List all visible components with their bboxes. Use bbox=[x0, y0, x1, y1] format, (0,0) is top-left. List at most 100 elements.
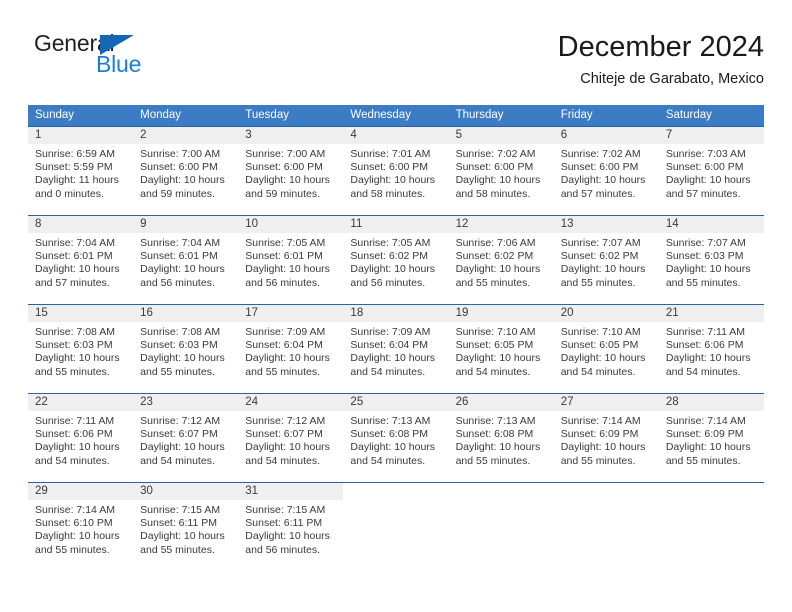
week-body-row: Sunrise: 7:08 AM Sunset: 6:03 PM Dayligh… bbox=[28, 322, 764, 393]
day-cell[interactable]: Sunrise: 7:08 AM Sunset: 6:03 PM Dayligh… bbox=[28, 322, 133, 393]
day-cell[interactable]: Sunrise: 7:05 AM Sunset: 6:02 PM Dayligh… bbox=[343, 233, 448, 304]
day-cell[interactable]: Sunrise: 7:12 AM Sunset: 6:07 PM Dayligh… bbox=[133, 411, 238, 482]
day-cell[interactable]: Sunrise: 7:11 AM Sunset: 6:06 PM Dayligh… bbox=[659, 322, 764, 393]
day-cell[interactable]: Sunrise: 7:04 AM Sunset: 6:01 PM Dayligh… bbox=[28, 233, 133, 304]
day-number[interactable]: 14 bbox=[658, 216, 764, 233]
day-number[interactable]: 10 bbox=[238, 216, 344, 233]
day-cell[interactable]: Sunrise: 7:02 AM Sunset: 6:00 PM Dayligh… bbox=[554, 144, 659, 215]
day-number[interactable]: 11 bbox=[343, 216, 449, 233]
daylight-text-line2: and 0 minutes. bbox=[35, 187, 104, 200]
day-number[interactable]: 9 bbox=[133, 216, 239, 233]
day-number[interactable]: 17 bbox=[238, 305, 344, 322]
day-cell[interactable]: Sunrise: 7:09 AM Sunset: 6:04 PM Dayligh… bbox=[343, 322, 448, 393]
sunrise-text: Sunrise: 7:14 AM bbox=[665, 415, 746, 427]
weekday-header-row: Sunday Monday Tuesday Wednesday Thursday… bbox=[28, 105, 764, 126]
daylight-text-line2: and 54 minutes. bbox=[140, 454, 215, 467]
day-number[interactable]: 27 bbox=[553, 394, 659, 411]
daylight-text-line2: and 54 minutes. bbox=[350, 454, 426, 467]
day-number[interactable]: 3 bbox=[238, 127, 344, 144]
brand-name-blue: Blue bbox=[96, 51, 142, 77]
day-number[interactable]: 30 bbox=[133, 483, 239, 500]
weekday-header-sunday: Sunday bbox=[35, 109, 75, 121]
day-number[interactable]: 8 bbox=[28, 216, 134, 233]
daylight-text-line2: and 55 minutes. bbox=[665, 276, 741, 289]
day-cell-empty bbox=[659, 500, 764, 571]
day-cell[interactable]: Sunrise: 7:02 AM Sunset: 6:00 PM Dayligh… bbox=[449, 144, 554, 215]
day-number[interactable]: 2 bbox=[133, 127, 239, 144]
sunrise-text: Sunrise: 7:13 AM bbox=[350, 415, 431, 427]
daylight-text-line1: Daylight: 10 hours bbox=[140, 530, 225, 543]
daylight-text-line2: and 56 minutes. bbox=[245, 276, 320, 289]
day-cell[interactable]: Sunrise: 7:13 AM Sunset: 6:08 PM Dayligh… bbox=[343, 411, 448, 482]
day-number[interactable]: 28 bbox=[658, 394, 764, 411]
generalblue-logo[interactable]: General Blue bbox=[34, 30, 214, 86]
day-cell[interactable]: Sunrise: 7:07 AM Sunset: 6:03 PM Dayligh… bbox=[659, 233, 764, 304]
sunset-text: Sunset: 6:02 PM bbox=[350, 250, 429, 263]
daylight-text-line1: Daylight: 10 hours bbox=[350, 441, 436, 454]
sunset-text: Sunset: 6:11 PM bbox=[140, 517, 217, 530]
week-daynumber-band: 29 30 31 bbox=[28, 483, 764, 500]
daylight-text-line1: Daylight: 10 hours bbox=[245, 263, 330, 276]
day-cell[interactable]: Sunrise: 7:13 AM Sunset: 6:08 PM Dayligh… bbox=[449, 411, 554, 482]
sunrise-text: Sunrise: 7:15 AM bbox=[140, 504, 221, 516]
day-cell[interactable]: Sunrise: 7:12 AM Sunset: 6:07 PM Dayligh… bbox=[238, 411, 343, 482]
day-number-empty bbox=[659, 483, 764, 500]
day-number[interactable]: 20 bbox=[553, 305, 659, 322]
page-title: December 2024 bbox=[557, 31, 764, 63]
day-number[interactable]: 1 bbox=[28, 127, 134, 144]
day-number[interactable]: 4 bbox=[343, 127, 449, 144]
day-cell[interactable]: Sunrise: 6:59 AM Sunset: 5:59 PM Dayligh… bbox=[28, 144, 133, 215]
day-cell[interactable]: Sunrise: 7:15 AM Sunset: 6:11 PM Dayligh… bbox=[133, 500, 238, 571]
weekday-header-wednesday: Wednesday bbox=[350, 109, 411, 121]
day-cell[interactable]: Sunrise: 7:14 AM Sunset: 6:09 PM Dayligh… bbox=[659, 411, 764, 482]
day-cell[interactable]: Sunrise: 7:09 AM Sunset: 6:04 PM Dayligh… bbox=[238, 322, 343, 393]
day-number[interactable]: 13 bbox=[553, 216, 659, 233]
day-number[interactable]: 23 bbox=[133, 394, 239, 411]
sunrise-text: Sunrise: 7:07 AM bbox=[560, 237, 641, 249]
sunrise-text: Sunrise: 7:13 AM bbox=[455, 415, 536, 427]
day-number[interactable]: 31 bbox=[238, 483, 344, 500]
sunset-text: Sunset: 6:03 PM bbox=[140, 339, 218, 352]
day-cell[interactable]: Sunrise: 7:01 AM Sunset: 6:00 PM Dayligh… bbox=[343, 144, 448, 215]
sunrise-text: Sunrise: 7:05 AM bbox=[350, 237, 431, 249]
day-cell[interactable]: Sunrise: 7:14 AM Sunset: 6:10 PM Dayligh… bbox=[28, 500, 133, 571]
day-cell[interactable]: Sunrise: 7:10 AM Sunset: 6:05 PM Dayligh… bbox=[554, 322, 659, 393]
day-cell[interactable]: Sunrise: 7:14 AM Sunset: 6:09 PM Dayligh… bbox=[554, 411, 659, 482]
day-number[interactable]: 5 bbox=[448, 127, 554, 144]
day-number[interactable]: 6 bbox=[553, 127, 659, 144]
day-cell[interactable]: Sunrise: 7:04 AM Sunset: 6:01 PM Dayligh… bbox=[133, 233, 238, 304]
day-cell[interactable]: Sunrise: 7:03 AM Sunset: 6:00 PM Dayligh… bbox=[659, 144, 764, 215]
daylight-text-line2: and 54 minutes. bbox=[245, 454, 320, 467]
day-cell[interactable]: Sunrise: 7:10 AM Sunset: 6:05 PM Dayligh… bbox=[449, 322, 554, 393]
day-cell[interactable]: Sunrise: 7:11 AM Sunset: 6:06 PM Dayligh… bbox=[28, 411, 133, 482]
day-number[interactable]: 29 bbox=[28, 483, 134, 500]
sunrise-text: Sunrise: 7:10 AM bbox=[560, 326, 641, 338]
day-number[interactable]: 26 bbox=[448, 394, 554, 411]
day-cell[interactable]: Sunrise: 7:06 AM Sunset: 6:02 PM Dayligh… bbox=[449, 233, 554, 304]
day-number[interactable]: 25 bbox=[343, 394, 449, 411]
daylight-text-line1: Daylight: 10 hours bbox=[560, 263, 646, 276]
sunset-text: Sunset: 6:00 PM bbox=[665, 161, 744, 174]
day-cell[interactable]: Sunrise: 7:00 AM Sunset: 6:00 PM Dayligh… bbox=[238, 144, 343, 215]
day-number[interactable]: 16 bbox=[133, 305, 239, 322]
day-cell[interactable]: Sunrise: 7:08 AM Sunset: 6:03 PM Dayligh… bbox=[133, 322, 238, 393]
day-number[interactable]: 19 bbox=[448, 305, 554, 322]
day-number[interactable]: 12 bbox=[448, 216, 554, 233]
day-number[interactable]: 22 bbox=[28, 394, 134, 411]
day-cell[interactable]: Sunrise: 7:00 AM Sunset: 6:00 PM Dayligh… bbox=[133, 144, 238, 215]
day-number[interactable]: 24 bbox=[238, 394, 344, 411]
daylight-text-line1: Daylight: 10 hours bbox=[35, 352, 120, 365]
day-number[interactable]: 21 bbox=[658, 305, 764, 322]
daylight-text-line1: Daylight: 10 hours bbox=[665, 441, 751, 454]
daylight-text-line1: Daylight: 10 hours bbox=[245, 352, 330, 365]
day-cell[interactable]: Sunrise: 7:07 AM Sunset: 6:02 PM Dayligh… bbox=[554, 233, 659, 304]
day-number[interactable]: 7 bbox=[658, 127, 764, 144]
day-number[interactable]: 18 bbox=[343, 305, 449, 322]
day-cell[interactable]: Sunrise: 7:15 AM Sunset: 6:11 PM Dayligh… bbox=[238, 500, 343, 571]
sunset-text: Sunset: 6:09 PM bbox=[665, 428, 744, 441]
daylight-text-line1: Daylight: 10 hours bbox=[140, 441, 225, 454]
day-number[interactable]: 15 bbox=[28, 305, 134, 322]
sunset-text: Sunset: 6:01 PM bbox=[245, 250, 323, 263]
daylight-text-line2: and 55 minutes. bbox=[35, 365, 110, 378]
day-cell[interactable]: Sunrise: 7:05 AM Sunset: 6:01 PM Dayligh… bbox=[238, 233, 343, 304]
